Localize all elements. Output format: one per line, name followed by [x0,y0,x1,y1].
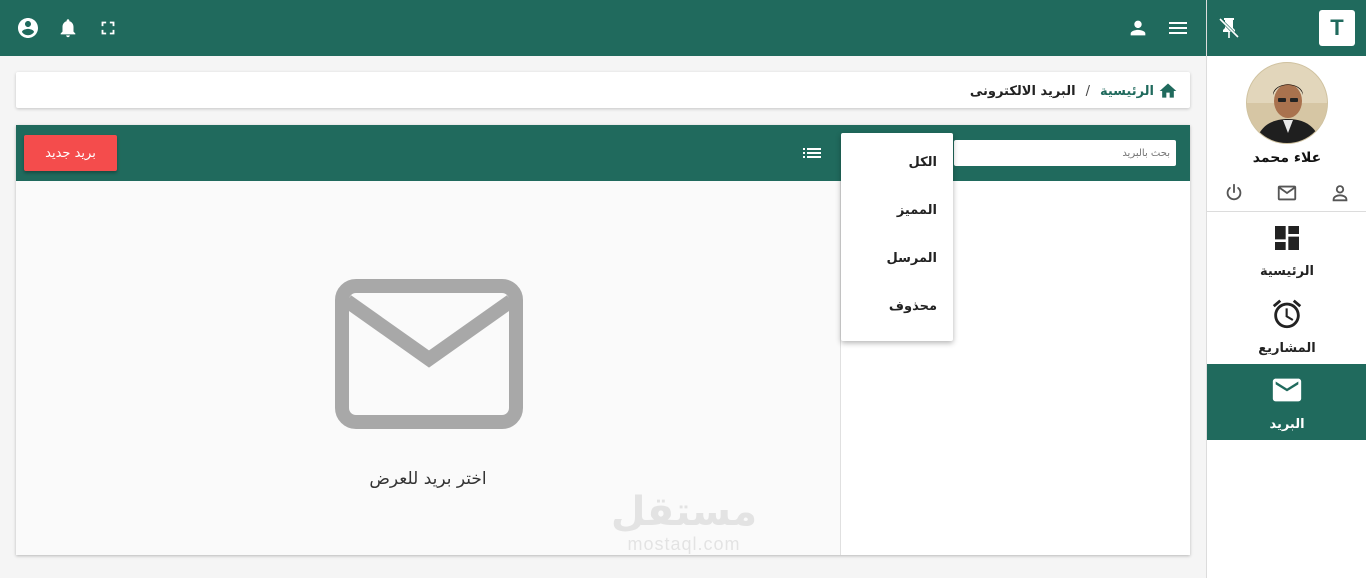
mail-outline-icon[interactable] [1276,182,1298,204]
power-icon[interactable] [1223,182,1245,204]
alarm-clock-icon [1270,297,1304,335]
person-outline-icon[interactable] [1329,182,1351,204]
mail-placeholder-icon [335,279,523,429]
mail-toolbar: بريد جديد [16,125,1190,181]
user-actions [1207,180,1366,212]
avatar[interactable] [1246,62,1328,144]
new-mail-button[interactable]: بريد جديد [24,135,117,171]
menu-icon[interactable] [1166,16,1190,40]
mail-panel: بريد جديد [16,125,1190,555]
pin-off-icon[interactable] [1217,16,1241,40]
filter-sent[interactable]: المرسل [886,251,937,266]
person-icon[interactable] [1126,16,1150,40]
home-icon[interactable] [1158,81,1178,101]
breadcrumb-separator: / [1085,83,1090,99]
sidebar-item-mail[interactable]: البريد [1207,364,1366,440]
fullscreen-icon[interactable] [96,16,120,40]
sidebar-item-projects[interactable]: المشاريع [1207,288,1366,364]
breadcrumb-current: البريد الالكترونى [969,83,1076,99]
sidebar-header: T [1207,0,1366,56]
mail-search-input[interactable] [954,140,1176,166]
top-bar [0,0,1206,56]
list-view-icon[interactable] [800,141,824,165]
watermark: مستقل mostaql.com [604,490,764,555]
sidebar-item-label: المشاريع [1258,340,1316,356]
breadcrumb: الرئيسية / البريد الالكترونى [16,72,1190,108]
sidebar: T علاء محمد الرئيسية المشاريع البريد [1206,0,1366,578]
filter-deleted[interactable]: محذوف [889,299,937,314]
notification-bell-icon[interactable] [56,16,80,40]
breadcrumb-home-link[interactable]: الرئيسية [1100,84,1154,99]
app-logo[interactable]: T [1319,10,1355,46]
user-name: علاء محمد [1252,150,1322,166]
sidebar-item-label: البريد [1269,416,1305,432]
sidebar-item-label: الرئيسية [1259,263,1315,279]
sidebar-item-home[interactable]: الرئيسية [1207,212,1366,288]
empty-state-message: اختر بريد للعرض [369,469,487,489]
account-circle-icon[interactable] [16,16,40,40]
filter-all[interactable]: الكل [908,155,937,170]
dashboard-icon [1271,222,1303,258]
filter-starred[interactable]: المميز [897,203,937,218]
watermark-arabic: مستقل [610,489,758,535]
watermark-latin: mostaql.com [627,534,741,554]
mail-filter-menu: الكل المميز المرسل محذوف [841,133,953,341]
mail-icon [1270,373,1304,411]
